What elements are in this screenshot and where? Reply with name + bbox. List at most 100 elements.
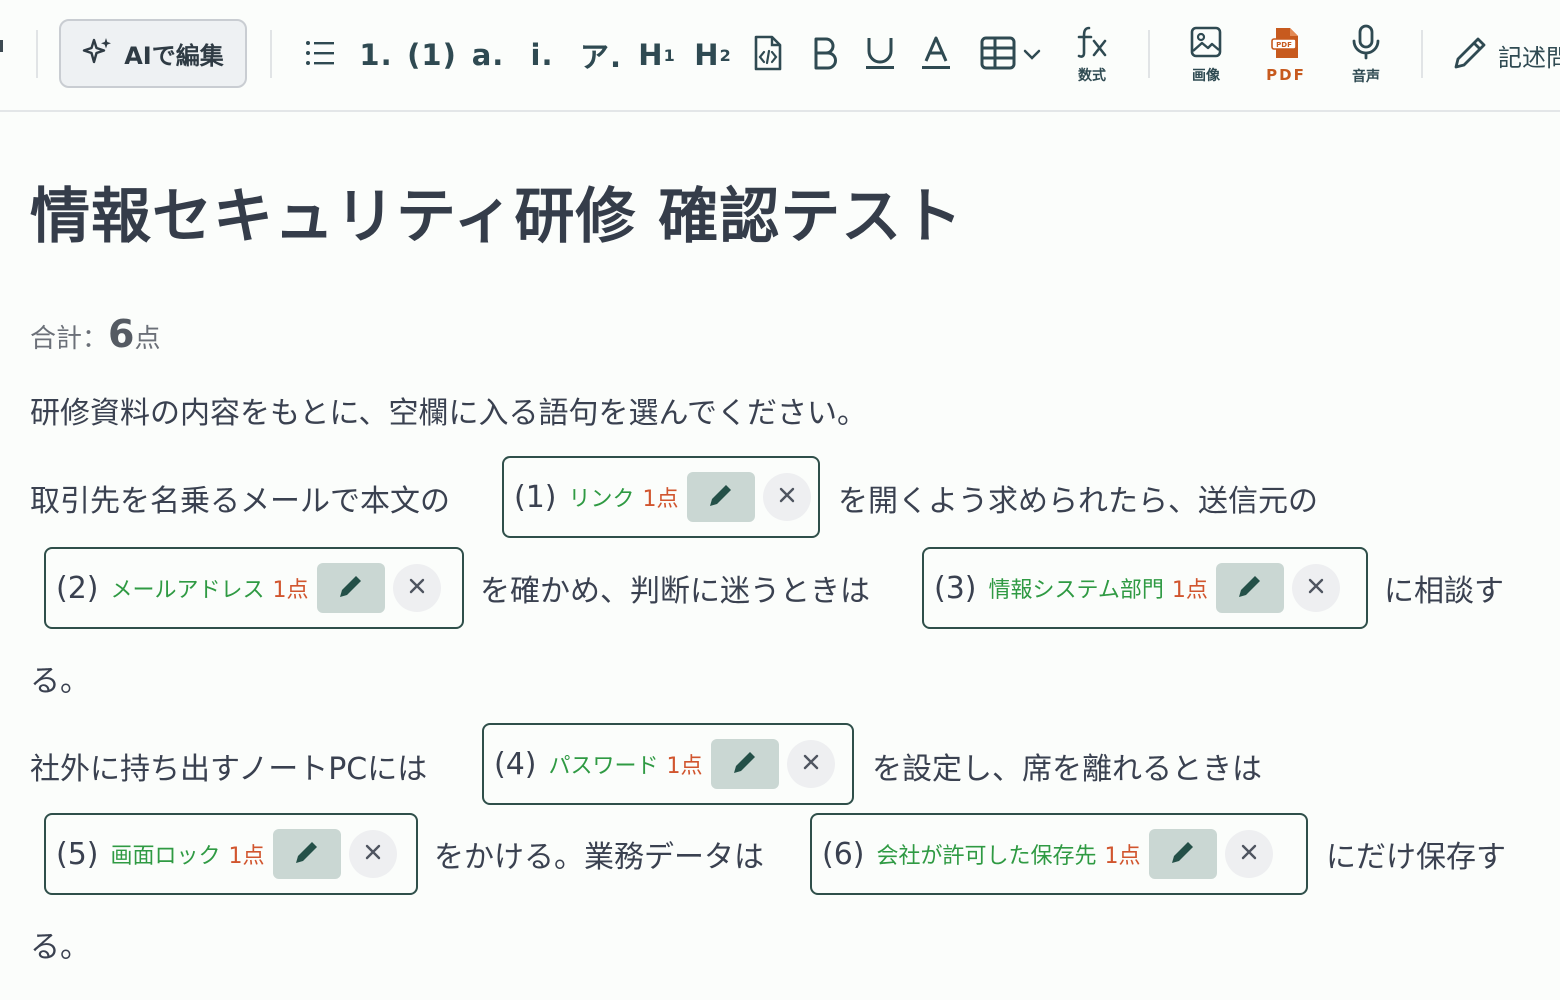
- underline-button[interactable]: [860, 20, 900, 90]
- alpha-list-button[interactable]: a.: [472, 20, 504, 90]
- pencil-icon: [707, 481, 735, 513]
- blank-points: 1点: [1104, 844, 1141, 869]
- heading1-button[interactable]: H1: [638, 20, 676, 90]
- blank-field-5[interactable]: (5) 画面ロック 1点: [44, 813, 418, 895]
- remove-blank-button[interactable]: [1224, 830, 1273, 878]
- remove-blank-button[interactable]: [786, 740, 835, 788]
- heading2-button[interactable]: H2: [694, 20, 732, 90]
- sentence-text: る。: [30, 664, 90, 699]
- total-suffix: 点: [134, 324, 161, 354]
- blank-points: 1点: [228, 844, 265, 869]
- blank-points: 1点: [272, 578, 309, 603]
- underline-icon: [864, 35, 896, 75]
- blank-number: (4): [494, 746, 537, 782]
- ai-edit-button[interactable]: AIで編集: [59, 19, 247, 88]
- close-icon: [802, 753, 820, 775]
- remove-blank-button[interactable]: [392, 564, 441, 612]
- text-color-button[interactable]: [916, 20, 956, 90]
- pencil-icon: [293, 838, 321, 870]
- blank-answer: リンク: [568, 487, 635, 512]
- bold-button[interactable]: [806, 20, 844, 90]
- question-instruction: 研修資料の内容をもとに、空欄に入る語句を選んでください。: [30, 396, 867, 431]
- blank-number: (2): [56, 570, 99, 606]
- ai-edit-label: AIで編集: [124, 42, 224, 70]
- blank-field-4[interactable]: (4) パスワード 1点: [482, 723, 854, 805]
- total-points-value: 6: [108, 312, 135, 356]
- numbered-list-button[interactable]: 1.: [359, 20, 392, 90]
- sentence-text: をかける。業務データは: [434, 840, 764, 875]
- remove-blank-button[interactable]: [762, 473, 811, 521]
- close-icon: [364, 843, 382, 865]
- pencil-icon: [1236, 572, 1264, 604]
- paren-number-list-button[interactable]: (1): [407, 20, 456, 90]
- edit-blank-button[interactable]: [316, 563, 385, 613]
- descriptive-question-label: 記述問: [1498, 43, 1560, 72]
- pdf-label: PDF: [1266, 66, 1306, 84]
- sentence-text: 社外に持ち出すノートPCには: [30, 752, 428, 787]
- remove-blank-button[interactable]: [348, 830, 397, 878]
- formula-button[interactable]: 数式: [1066, 20, 1118, 90]
- close-icon: [1307, 577, 1325, 599]
- blank-answer: メールアドレス: [110, 578, 265, 603]
- katakana-list-button[interactable]: ア.: [578, 20, 624, 90]
- toolbar-separator: [36, 30, 38, 78]
- close-icon: [778, 486, 796, 508]
- heading1-sub: 1: [663, 45, 676, 65]
- blank-points: 1点: [1171, 578, 1208, 603]
- code-file-icon: [752, 34, 784, 76]
- blank-answer: 会社が許可した保存先: [876, 844, 1097, 869]
- sentence-text: を確かめ、判断に迷うときは: [480, 574, 870, 609]
- sentence-text: 取引先を名乗るメールで本文の: [30, 484, 450, 519]
- descriptive-question-button[interactable]: 記述問: [1450, 20, 1560, 90]
- bullet-list-button[interactable]: [300, 20, 340, 90]
- edit-blank-button[interactable]: [710, 739, 779, 789]
- blank-answer: パスワード: [548, 754, 659, 779]
- table-icon: [979, 35, 1017, 75]
- editor-toolbar: AIで編集 1. (1) a. i. ア. H1 H2 数式 画像 PDF PD…: [0, 0, 1560, 112]
- heading2-label: H: [694, 38, 720, 72]
- sentence-text: を設定し、席を離れるときは: [872, 752, 1262, 787]
- blank-field-3[interactable]: (3) 情報システム部門 1点: [922, 547, 1368, 629]
- roman-list-button[interactable]: i.: [528, 20, 556, 90]
- close-icon: [408, 577, 426, 599]
- edit-blank-button[interactable]: [1215, 563, 1284, 613]
- sentence-text: る。: [30, 930, 90, 965]
- total-prefix: 合計：: [30, 324, 109, 354]
- edit-blank-button[interactable]: [272, 829, 341, 879]
- sentence-text: を開くよう求められたら、送信元の: [838, 484, 1318, 519]
- image-label: 画像: [1192, 68, 1220, 84]
- blank-answer: 画面ロック: [110, 844, 221, 869]
- chevron-down-icon: [1023, 46, 1041, 65]
- pencil-icon: [337, 572, 365, 604]
- heading1-label: H: [638, 38, 664, 72]
- function-icon: [1075, 25, 1109, 63]
- edit-blank-button[interactable]: [686, 472, 755, 522]
- image-button[interactable]: 画像: [1180, 20, 1232, 90]
- page-title: 情報セキュリティ研修 確認テスト: [30, 182, 964, 252]
- remove-blank-button[interactable]: [1291, 564, 1340, 612]
- close-icon: [1240, 843, 1258, 865]
- pencil-icon: [1169, 838, 1197, 870]
- pencil-icon: [1450, 33, 1490, 77]
- blank-points: 1点: [666, 754, 703, 779]
- audio-button[interactable]: 音声: [1338, 20, 1394, 90]
- code-file-button[interactable]: [748, 20, 788, 90]
- blank-field-2[interactable]: (2) メールアドレス 1点: [44, 547, 464, 629]
- sentence-text: にだけ保存す: [1326, 840, 1506, 875]
- blank-field-1[interactable]: (1) リンク 1点: [502, 456, 820, 538]
- blank-number: (3): [934, 570, 977, 606]
- blank-field-6[interactable]: (6) 会社が許可した保存先 1点: [810, 813, 1308, 895]
- bullet-list-icon: [304, 39, 336, 71]
- pdf-file-icon: PDF: [1270, 26, 1302, 64]
- edit-blank-button[interactable]: [1148, 829, 1217, 879]
- blank-points: 1点: [642, 487, 679, 512]
- microphone-icon: [1350, 24, 1382, 64]
- blank-number: (5): [56, 836, 99, 872]
- svg-text:PDF: PDF: [1276, 41, 1292, 49]
- sentence-text: に相談す: [1384, 574, 1504, 609]
- table-dropdown-button[interactable]: [972, 20, 1048, 90]
- pdf-button[interactable]: PDF PDF: [1256, 20, 1316, 90]
- blank-number: (6): [822, 836, 865, 872]
- toolbar-separator: [270, 30, 272, 78]
- bold-icon: [811, 36, 839, 74]
